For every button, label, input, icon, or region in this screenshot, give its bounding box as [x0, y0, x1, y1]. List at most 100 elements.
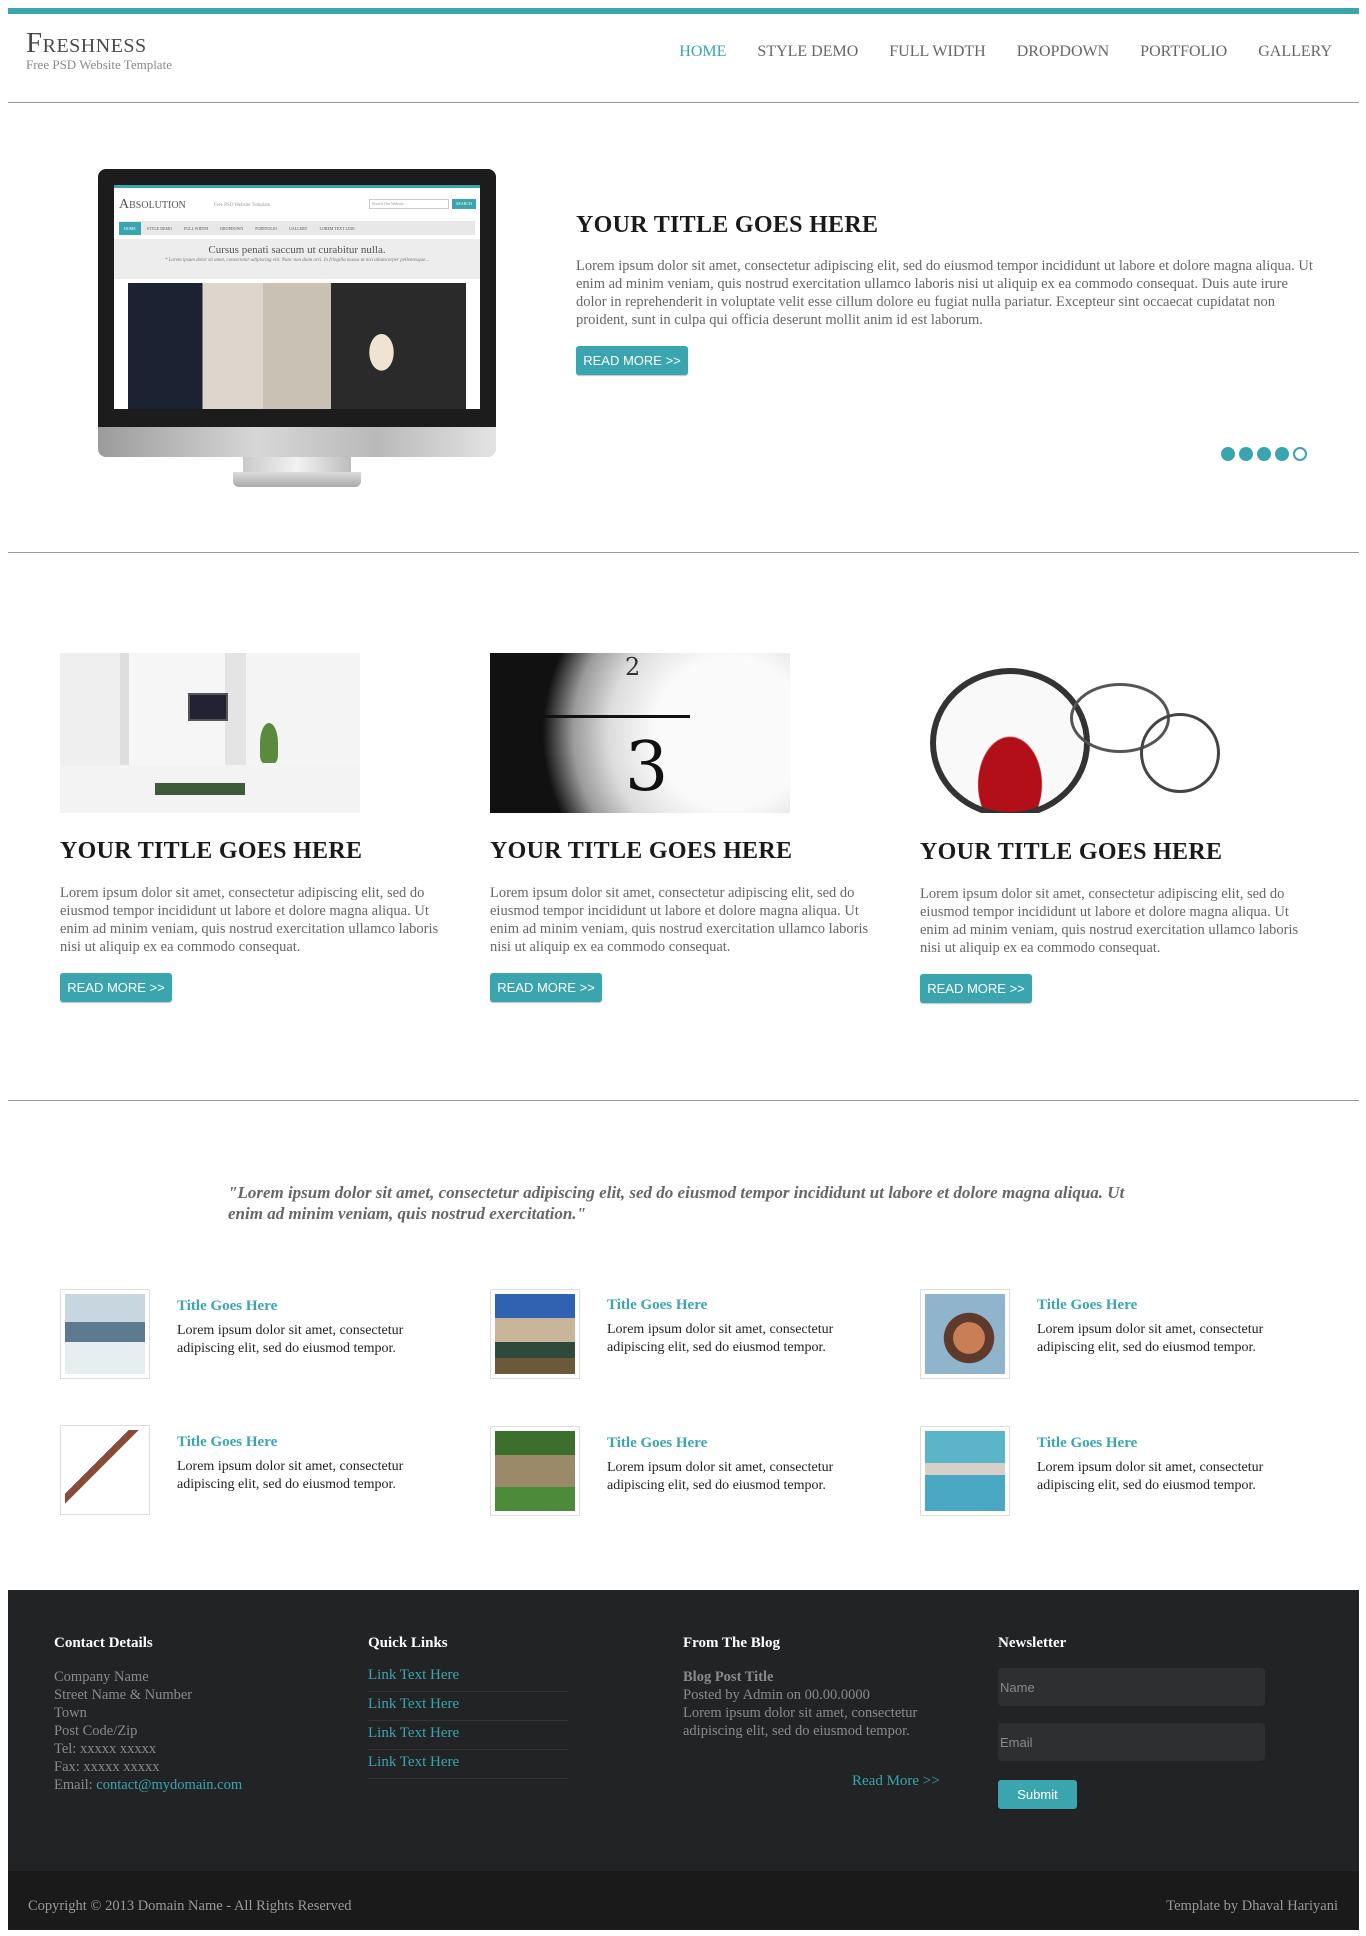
link-separator [368, 1720, 568, 1721]
newsletter-heading: Newsletter [998, 1635, 1067, 1651]
site-logo[interactable]: Freshness Free PSD Website Template [26, 28, 172, 72]
link-separator [368, 1691, 568, 1692]
blog-post-title[interactable]: Blog Post Title [683, 1668, 774, 1686]
screen-search: Search Our Website... [369, 199, 449, 209]
nav-dropdown[interactable]: DROPDOWN [1017, 43, 1109, 61]
contact-line: Town [54, 1705, 87, 1721]
blog-read-more-link[interactable]: Read More >> [852, 1773, 940, 1790]
header-divider [8, 102, 1359, 103]
contact-line: Tel: xxxxx xxxxx [54, 1741, 157, 1757]
thumbnail-image-shark [65, 1294, 145, 1374]
newsletter-submit-button[interactable]: Submit [998, 1780, 1077, 1809]
glass-shape [1140, 713, 1220, 793]
post-title[interactable]: Title Goes Here [607, 1297, 707, 1314]
copyright-text: Copyright © 2013 Domain Name - All Right… [28, 1898, 352, 1914]
feature-read-more-button[interactable]: READ MORE >> [920, 974, 1032, 1003]
slider-pagination [1221, 447, 1307, 461]
nav-gallery[interactable]: GALLERY [1258, 43, 1332, 61]
thumbnail-image-cake [925, 1294, 1005, 1374]
nav-style-demo[interactable]: STYLE DEMO [757, 43, 858, 61]
post-title[interactable]: Title Goes Here [1037, 1297, 1137, 1314]
feature-title: YOUR TITLE GOES HERE [60, 838, 363, 864]
feature-read-more-button[interactable]: READ MORE >> [490, 973, 602, 1002]
email-label: Email: [54, 1777, 97, 1793]
newsletter-email-input[interactable] [998, 1723, 1265, 1761]
link-separator [368, 1778, 568, 1779]
post-text: Lorem ipsum dolor sit amet, consectetur … [607, 1460, 834, 1493]
feature-image-clock: 2 3 [490, 653, 790, 813]
slider-dot[interactable] [1221, 447, 1235, 461]
slider-dot[interactable] [1275, 447, 1289, 461]
teapot-shape [930, 668, 1090, 813]
thumbnail-image-pool [925, 1431, 1005, 1511]
screen-nav: HOME STYLE DEMO FULL WIDTH DROPDOWN PORT… [119, 221, 475, 235]
screen-nav-item: DROPDOWN [220, 225, 244, 231]
screen-search-button: SEARCH [452, 199, 476, 209]
logo-subtitle: Free PSD Website Template [26, 57, 172, 72]
plant-shape [260, 723, 278, 763]
feature-read-more-button[interactable]: READ MORE >> [60, 973, 172, 1002]
nav-portfolio[interactable]: PORTFOLIO [1140, 43, 1227, 61]
screen-accent-bar [114, 185, 480, 188]
post-title[interactable]: Title Goes Here [1037, 1435, 1137, 1452]
newsletter-name-input[interactable] [998, 1668, 1265, 1706]
post-thumbnail[interactable] [490, 1289, 580, 1379]
post-thumbnail[interactable] [920, 1426, 1010, 1516]
quick-link[interactable]: Link Text Here [368, 1754, 459, 1771]
post-text: Lorem ipsum dolor sit amet, consectetur … [607, 1322, 834, 1355]
tv-shape [188, 693, 228, 721]
feature-image-room [60, 653, 360, 813]
screen-nav-item: STYLE DEMO [146, 225, 173, 231]
quick-link[interactable]: Link Text Here [368, 1725, 459, 1742]
thumbnail-image-cottage [495, 1431, 575, 1511]
clock-number-shape: 3 [625, 728, 669, 807]
screen-nav-item: LOREM TEXT LINE [319, 225, 355, 231]
post-title[interactable]: Title Goes Here [177, 1434, 277, 1451]
slider-dot-active[interactable] [1293, 447, 1307, 461]
page: Freshness Free PSD Website Template HOME… [0, 0, 1366, 1936]
post-thumbnail[interactable] [60, 1425, 150, 1515]
link-separator [368, 1749, 568, 1750]
feature-text: Lorem ipsum dolor sit amet, consectetur … [60, 885, 439, 955]
features-divider [8, 1100, 1359, 1101]
quick-link[interactable]: Link Text Here [368, 1667, 459, 1684]
feature-image-teapot [920, 653, 1220, 813]
post-title[interactable]: Title Goes Here [177, 1298, 277, 1315]
email-link[interactable]: contact@mydomain.com [96, 1777, 242, 1793]
screen-subtext: * Lorem ipsum dolor sit amet, consectetu… [165, 258, 429, 263]
screen-nav-item: PORTFOLIO [255, 225, 278, 231]
contact-email-row: Email: contact@mydomain.com [54, 1776, 242, 1794]
quick-link[interactable]: Link Text Here [368, 1696, 459, 1713]
contact-heading: Contact Details [54, 1635, 153, 1651]
screen-logo: Absolution [119, 197, 186, 212]
blog-heading: From The Blog [683, 1635, 780, 1651]
screen-nav-item: GALLERY [289, 225, 308, 231]
clock-number-shape: 2 [625, 653, 641, 681]
slider-dot[interactable] [1239, 447, 1253, 461]
post-text: Lorem ipsum dolor sit amet, consectetur … [177, 1323, 404, 1356]
blog-post-meta: Posted by Admin on 00.00.0000 [683, 1687, 870, 1703]
contact-line: Company Name [54, 1669, 149, 1685]
quick-links-heading: Quick Links [368, 1635, 448, 1651]
clock-hand-shape [530, 715, 690, 718]
slider-dot[interactable] [1257, 447, 1271, 461]
thumbnail-image-calligraphy [65, 1430, 145, 1510]
post-title[interactable]: Title Goes Here [607, 1435, 707, 1452]
contact-line: Street Name & Number [54, 1687, 193, 1703]
logo-title: Freshness [26, 27, 147, 59]
nav-full-width[interactable]: FULL WIDTH [889, 43, 985, 61]
post-thumbnail[interactable] [920, 1289, 1010, 1379]
feature-title: YOUR TITLE GOES HERE [920, 839, 1223, 865]
hero-text: Lorem ipsum dolor sit amet, consectetur … [576, 258, 1313, 328]
hero-title: YOUR TITLE GOES HERE [576, 212, 879, 238]
thumbnail-image-venice [495, 1294, 575, 1374]
nav-home[interactable]: HOME [679, 43, 726, 61]
post-thumbnail[interactable] [60, 1289, 150, 1379]
feature-text: Lorem ipsum dolor sit amet, consectetur … [490, 885, 869, 955]
contact-line: Post Code/Zip [54, 1723, 138, 1739]
post-thumbnail[interactable] [490, 1426, 580, 1516]
screen-heading: Cursus penati saccum ut curabitur nulla. [208, 244, 386, 256]
testimonial-quote: "Lorem ipsum dolor sit amet, consectetur… [228, 1183, 1125, 1223]
hero-read-more-button[interactable]: READ MORE >> [576, 346, 688, 375]
post-text: Lorem ipsum dolor sit amet, consectetur … [177, 1459, 404, 1492]
